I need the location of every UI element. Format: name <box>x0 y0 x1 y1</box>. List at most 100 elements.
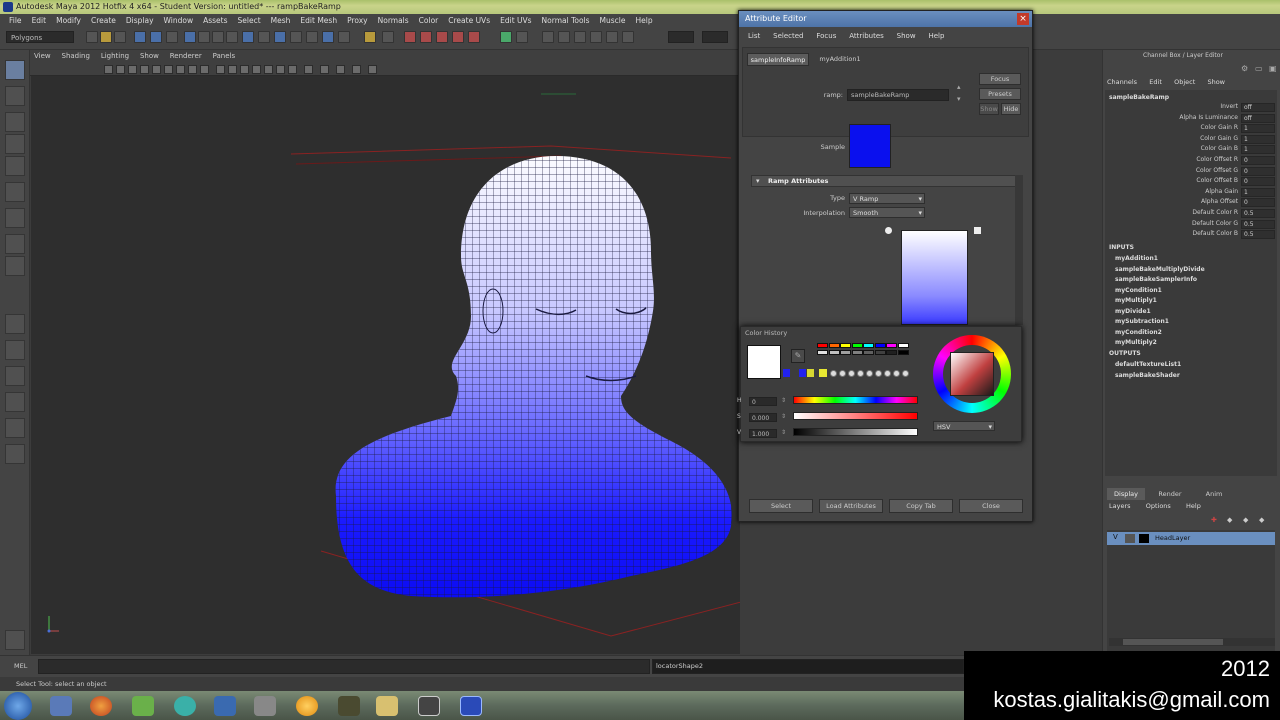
manipulator-tool-icon[interactable] <box>5 208 25 228</box>
render-settings-icon[interactable] <box>436 31 448 43</box>
channel-attr-name[interactable]: Color Gain B <box>1201 144 1238 154</box>
menu-create-uvs[interactable]: Create UVs <box>443 14 495 28</box>
layout-four-icon[interactable] <box>5 340 25 360</box>
layer-name[interactable]: HeadLayer <box>1155 533 1190 544</box>
select-tool-icon[interactable] <box>5 60 25 80</box>
firefox-icon[interactable] <box>90 696 112 716</box>
gate-mask-icon[interactable] <box>188 65 197 74</box>
menu-normal-tools[interactable]: Normal Tools <box>537 14 595 28</box>
focus-button[interactable]: Focus <box>979 73 1021 85</box>
mask-icon-3[interactable] <box>212 31 224 43</box>
history-slot[interactable] <box>857 370 864 377</box>
channel-attr-name[interactable]: Default Color R <box>1192 208 1238 218</box>
snap-curve-icon[interactable] <box>242 31 254 43</box>
collapse-icon[interactable]: ▭ <box>1255 64 1263 73</box>
numeric-input-field-2[interactable] <box>702 31 728 43</box>
textured-icon[interactable] <box>264 65 273 74</box>
arrow-down-icon[interactable]: ▾ <box>957 95 965 103</box>
viewport-menu-shading[interactable]: Shading <box>58 52 94 60</box>
color-swatch[interactable] <box>886 350 897 355</box>
layer-row[interactable]: V HeadLayer <box>1107 532 1275 545</box>
history-swatch[interactable] <box>807 369 814 377</box>
camera-select-icon[interactable] <box>104 65 113 74</box>
history-slot[interactable] <box>839 370 846 377</box>
channel-attr-name[interactable]: Default Color B <box>1192 229 1238 239</box>
channel-attr-value[interactable]: 0 <box>1241 156 1275 165</box>
hq-rendering-icon[interactable] <box>320 65 329 74</box>
value-slider[interactable] <box>793 428 918 436</box>
menu-edit-uvs[interactable]: Edit UVs <box>495 14 536 28</box>
rotate-icon[interactable] <box>516 31 528 43</box>
taskbar-app-icon-2[interactable] <box>132 696 154 716</box>
v-stepper-icon[interactable]: ⇕ <box>781 429 786 436</box>
script-language-label[interactable]: MEL <box>14 662 27 670</box>
mask-icon-2[interactable] <box>198 31 210 43</box>
history-swatch[interactable] <box>783 369 790 377</box>
channel-attr-value[interactable]: 0.5 <box>1241 219 1275 229</box>
history-swatch[interactable] <box>799 369 806 377</box>
tab-anim[interactable]: Anim <box>1195 488 1233 500</box>
ramp-attributes-header[interactable]: ▾ Ramp Attributes <box>751 175 1019 187</box>
history-slot[interactable] <box>893 370 900 377</box>
color-swatch[interactable] <box>828 350 840 355</box>
color-swatch[interactable] <box>840 350 851 355</box>
saturation-value-square[interactable] <box>950 352 994 396</box>
interpolation-dropdown[interactable]: Smooth <box>849 207 925 218</box>
channel-attr-name[interactable]: Invert <box>1220 102 1238 112</box>
layer-scrollbar[interactable] <box>1109 638 1275 646</box>
layer-menu-layers[interactable]: Layers <box>1109 502 1131 510</box>
v-field[interactable]: 1.000 <box>749 429 777 438</box>
ramp-name-field[interactable]: sampleBakeRamp <box>847 89 949 101</box>
mask-icon[interactable] <box>184 31 196 43</box>
channel-attr-name[interactable]: Color Gain G <box>1200 134 1238 144</box>
attr-editor-toggle-icon[interactable] <box>558 31 570 43</box>
menu-muscle[interactable]: Muscle <box>595 14 631 28</box>
snap-live-icon[interactable] <box>290 31 302 43</box>
layout-outliner-icon[interactable] <box>5 444 25 464</box>
wireframe-icon[interactable] <box>216 65 225 74</box>
taskbar-app-icon[interactable] <box>50 696 72 716</box>
render-view-icon[interactable] <box>468 31 480 43</box>
menu-edit[interactable]: Edit <box>27 14 52 28</box>
channel-attr-name[interactable]: Alpha Offset <box>1201 197 1238 207</box>
channel-attr-value[interactable]: 0.5 <box>1241 209 1275 218</box>
history-swatch[interactable] <box>819 369 827 377</box>
close-button[interactable]: Close <box>959 499 1023 513</box>
maya-taskbar-icon[interactable] <box>460 696 482 716</box>
taskbar-app-icon-8[interactable] <box>418 696 440 716</box>
menu-file[interactable]: File <box>4 14 27 28</box>
input-node[interactable]: myMultiply1 <box>1115 297 1157 304</box>
channel-attr-value[interactable]: 1 <box>1241 124 1275 134</box>
expand-icon[interactable]: ▣ <box>1269 64 1277 73</box>
cb-menu-edit[interactable]: Edit <box>1149 78 1162 86</box>
color-swatch[interactable] <box>874 343 886 348</box>
node-name[interactable]: sampleBakeRamp <box>1109 94 1169 101</box>
ae-menu-attributes[interactable]: Attributes <box>844 32 889 40</box>
menu-edit-mesh[interactable]: Edit Mesh <box>295 14 342 28</box>
taskbar-app-icon-5[interactable] <box>254 696 276 716</box>
menu-mesh[interactable]: Mesh <box>266 14 296 28</box>
viewport-menu-view[interactable]: View <box>30 52 55 60</box>
script-editor-icon[interactable] <box>5 630 25 650</box>
settings-icon[interactable]: ⚙ <box>1241 64 1248 73</box>
color-swatch[interactable] <box>863 350 874 355</box>
scale-tool-icon[interactable] <box>5 182 25 202</box>
ramp-preview[interactable] <box>901 230 968 325</box>
snap-point-icon[interactable] <box>258 31 270 43</box>
select-object-icon[interactable] <box>150 31 162 43</box>
snap-plane-icon[interactable] <box>274 31 286 43</box>
history-slot[interactable] <box>830 370 837 377</box>
numeric-input-field[interactable] <box>668 31 694 43</box>
open-scene-icon[interactable] <box>100 31 112 43</box>
xray-icon[interactable] <box>252 65 261 74</box>
channel-attr-name[interactable]: Color Gain R <box>1201 123 1238 133</box>
input-node[interactable]: sampleBakeSamplerInfo <box>1115 276 1197 283</box>
viewport-menu-renderer[interactable]: Renderer <box>166 52 206 60</box>
bookmark-icon[interactable] <box>128 65 137 74</box>
render-icon[interactable] <box>404 31 416 43</box>
ae-menu-help[interactable]: Help <box>923 32 949 40</box>
input-ops-icon[interactable] <box>338 31 350 43</box>
viewport-menu-show[interactable]: Show <box>136 52 163 60</box>
history-slot[interactable] <box>875 370 882 377</box>
channel-attr-value[interactable]: 1 <box>1241 134 1275 144</box>
